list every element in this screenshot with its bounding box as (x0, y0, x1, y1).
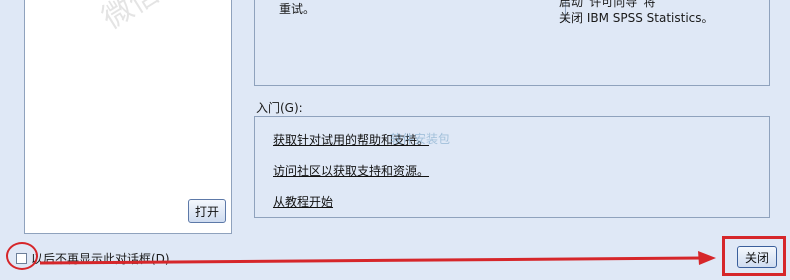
annotation-arrow (39, 251, 716, 265)
close-button[interactable]: 关闭 (737, 246, 777, 268)
